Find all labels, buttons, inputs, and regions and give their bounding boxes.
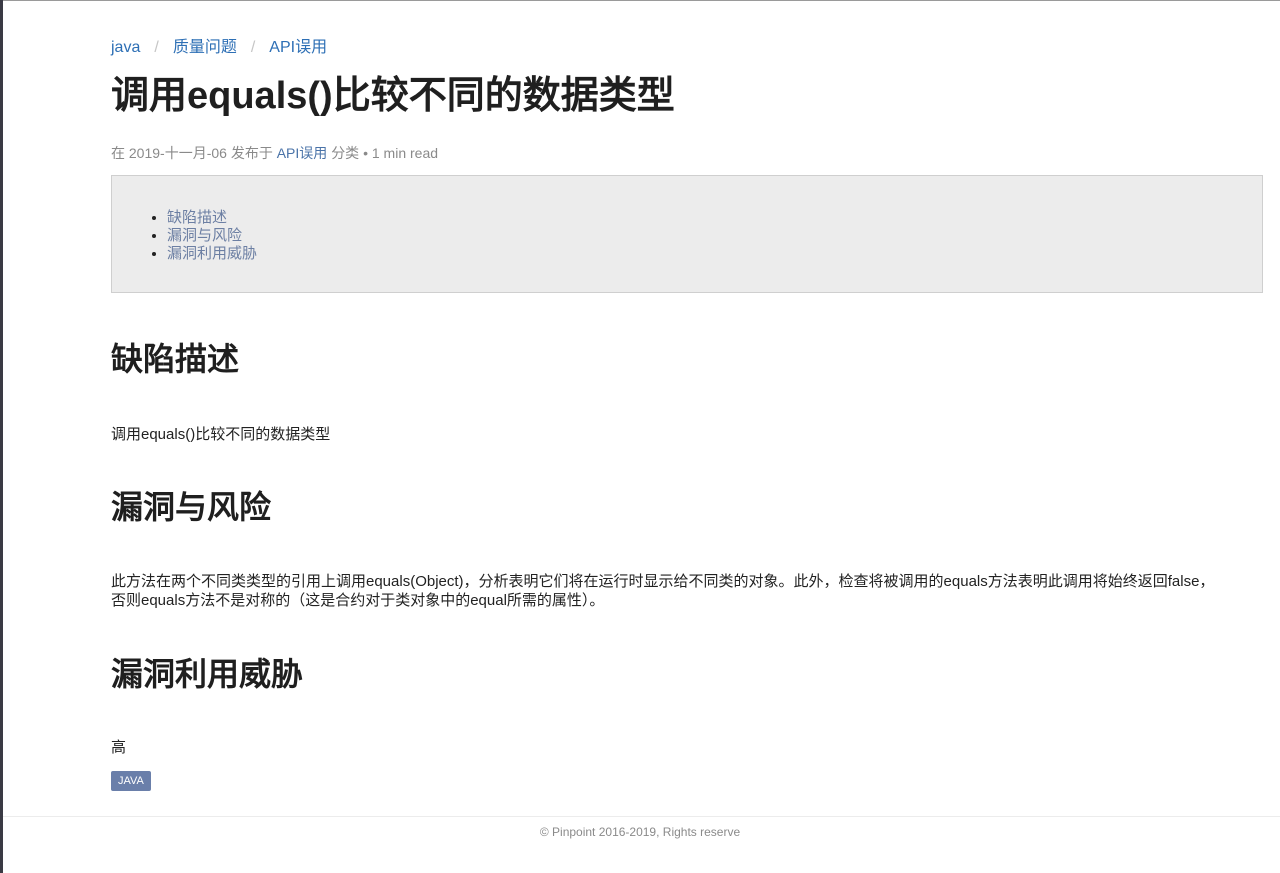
table-of-contents: 缺陷描述 漏洞与风险 漏洞利用威胁	[111, 175, 1263, 293]
tag-java[interactable]: JAVA	[111, 771, 151, 791]
toc-list: 缺陷描述 漏洞与风险 漏洞利用威胁	[112, 209, 257, 263]
section-body-defect-description: 调用equals()比较不同的数据类型	[111, 426, 331, 443]
section-heading-defect-description: 缺陷描述	[111, 341, 240, 377]
section-body-exploit-threat: 高	[111, 739, 127, 756]
breadcrumb-separator: /	[250, 39, 256, 56]
toc-item: 漏洞利用威胁	[167, 245, 257, 263]
breadcrumb-item-java[interactable]: java	[111, 39, 140, 56]
section-heading-vulnerability-risk: 漏洞与风险	[111, 489, 272, 525]
section-body-vulnerability-risk: 此方法在两个不同类类型的引用上调用equals(Object)，分析表明它们将在…	[111, 573, 1215, 609]
toc-item: 漏洞与风险	[167, 227, 257, 245]
meta-category-suffix: 分类	[331, 145, 360, 161]
footer-divider	[3, 816, 1280, 817]
breadcrumb-item-api-misuse[interactable]: API误用	[269, 39, 327, 56]
toc-link-exploit-threat[interactable]: 漏洞利用威胁	[167, 245, 257, 262]
footer-copyright: © Pinpoint 2016-2019, Rights reserve	[539, 825, 741, 839]
category-link[interactable]: API误用	[277, 145, 328, 161]
post-meta: 在 2019-十一月-06 发布于 API误用 分类 • 1 min read	[111, 144, 438, 162]
post-date: 2019-十一月-06	[128, 145, 227, 161]
meta-dot: •	[363, 145, 368, 161]
window-top-border	[0, 0, 1280, 1]
page-title: 调用equals()比较不同的数据类型	[111, 75, 675, 117]
read-time: 1 min read	[371, 145, 439, 161]
meta-prefix: 在	[111, 145, 125, 161]
section-heading-exploit-threat: 漏洞利用威胁	[111, 656, 304, 692]
breadcrumb-separator: /	[154, 39, 159, 56]
meta-published-in: 发布于	[230, 145, 273, 161]
window-left-border	[0, 0, 3, 873]
breadcrumb-item-quality[interactable]: 质量问题	[173, 39, 237, 56]
toc-item: 缺陷描述	[167, 209, 257, 227]
toc-link-vulnerability-risk[interactable]: 漏洞与风险	[167, 227, 242, 244]
toc-link-defect-description[interactable]: 缺陷描述	[167, 209, 227, 226]
breadcrumb: java / 质量问题 / API误用	[111, 37, 327, 59]
